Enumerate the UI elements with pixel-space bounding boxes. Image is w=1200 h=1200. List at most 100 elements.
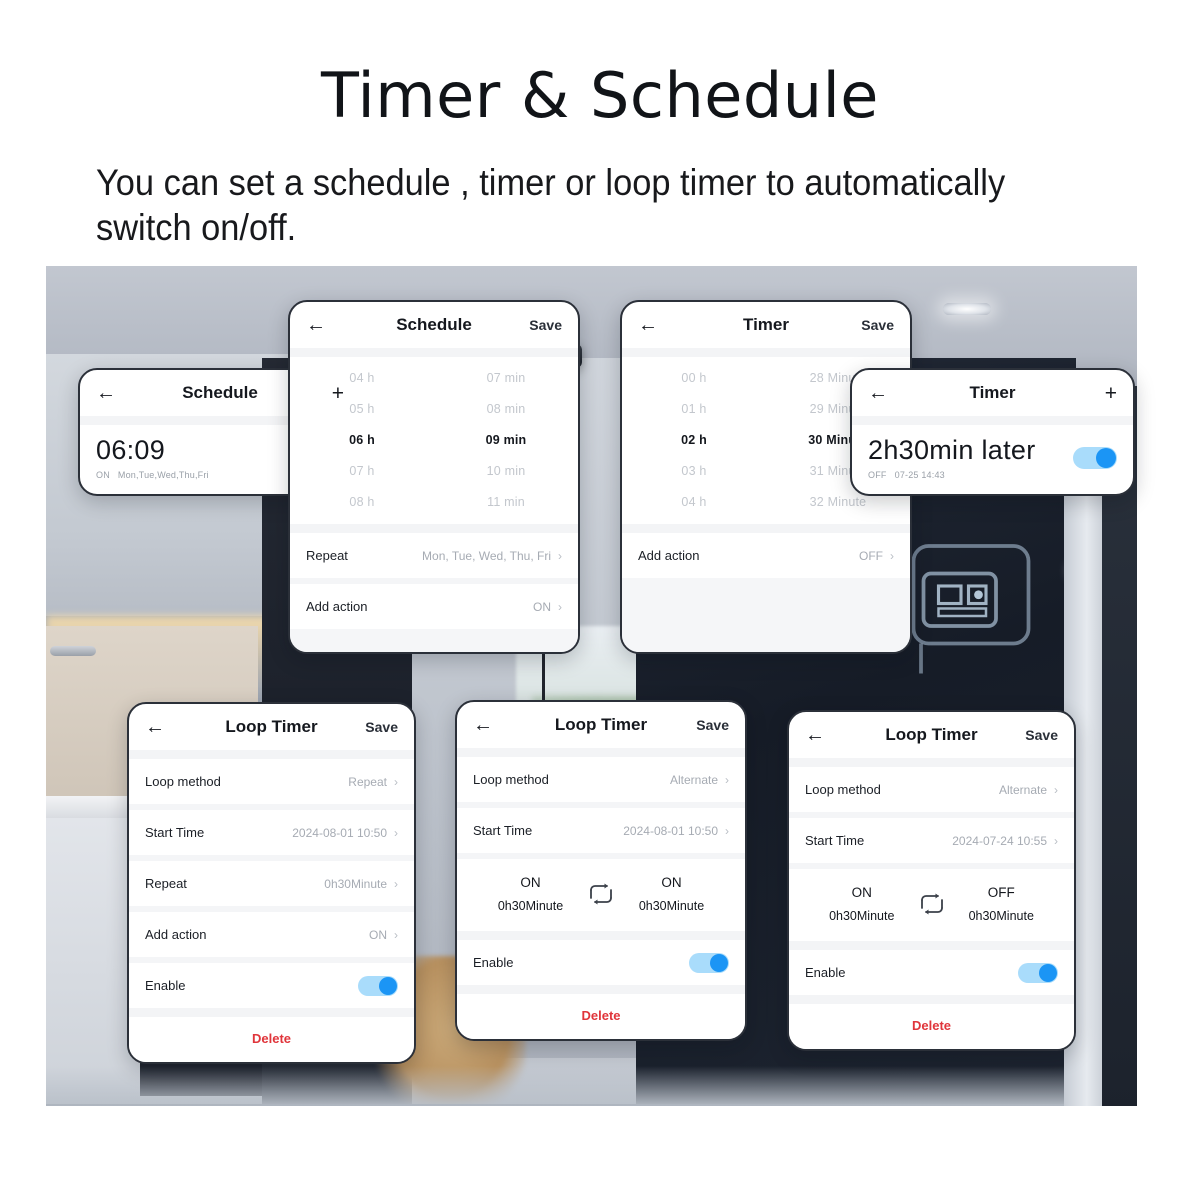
divider (789, 758, 1074, 767)
card-filler (622, 578, 910, 652)
save-button[interactable]: Save (861, 317, 894, 333)
page-title: Timer & Schedule (321, 59, 879, 132)
row-start-time[interactable]: Start Time 2024-07-24 10:55 › (789, 818, 1074, 863)
row-label: Enable (805, 965, 846, 980)
back-arrow-icon[interactable]: ← (96, 383, 122, 403)
hour-option[interactable]: 01 h (622, 394, 766, 425)
save-button[interactable]: Save (529, 317, 562, 333)
alternate-duration-block[interactable]: ON 0h30Minute ON 0h30Minute (457, 859, 745, 931)
enable-toggle-wrap (1018, 962, 1058, 983)
divider (457, 748, 745, 757)
row-add-action[interactable]: Add action ON › (129, 912, 414, 957)
chevron-right-icon: › (394, 876, 398, 891)
row-value: 0h30Minute (324, 876, 387, 891)
right-state: ON (661, 875, 682, 890)
divider (457, 931, 745, 940)
back-arrow-icon[interactable]: ← (638, 315, 664, 335)
save-button[interactable]: Save (365, 719, 398, 735)
row-value: OFF (859, 548, 883, 563)
minute-option[interactable]: 07 min (434, 363, 578, 394)
hour-option[interactable]: 07 h (290, 456, 434, 487)
chevron-right-icon: › (725, 772, 729, 787)
row-label: Repeat (145, 876, 187, 891)
divider (129, 1008, 414, 1017)
timer-datetime: 07-25 14:43 (894, 470, 945, 481)
alternate-left[interactable]: ON 0h30Minute (809, 885, 915, 923)
row-label: Start Time (805, 833, 865, 848)
save-button[interactable]: Save (696, 717, 729, 733)
row-repeat[interactable]: Repeat Mon, Tue, Wed, Thu, Fri › (290, 533, 578, 578)
page-subtitle: You can set a schedule , timer or loop t… (96, 162, 1006, 249)
back-arrow-icon[interactable]: ← (473, 715, 499, 735)
chevron-right-icon: › (890, 548, 894, 563)
hour-option[interactable]: 00 h (622, 363, 766, 394)
add-schedule-button[interactable]: + (332, 383, 344, 404)
enable-toggle[interactable] (689, 952, 729, 973)
timer-list-item[interactable]: 2h30min later OFF 07-25 14:43 (852, 425, 1133, 494)
chevron-right-icon: › (558, 548, 562, 563)
hour-option-selected[interactable]: 06 h (290, 425, 434, 456)
floor-gradient (46, 1066, 1137, 1106)
delete-button[interactable]: Delete (789, 1004, 1074, 1049)
row-value: 2024-08-01 10:50 (623, 823, 718, 838)
hour-wheel[interactable]: 04 h 05 h 06 h 07 h 08 h (290, 363, 434, 518)
loop-swap-icon (590, 883, 612, 905)
right-duration: 0h30Minute (638, 899, 705, 913)
row-value: Alternate (669, 772, 718, 787)
minute-option[interactable]: 11 min (434, 487, 578, 518)
alternate-left[interactable]: ON 0h30Minute (477, 875, 584, 913)
row-enable[interactable]: Enable (457, 940, 745, 985)
alternate-duration-block[interactable]: ON 0h30Minute OFF 0h30Minute (789, 869, 1074, 941)
toggle-knob (1096, 447, 1116, 468)
minute-option[interactable]: 10 min (434, 456, 578, 487)
card-header: ← Loop Timer Save (789, 712, 1074, 758)
card-timer-list: ← Timer + 2h30min later OFF 07-25 14:43 (850, 368, 1135, 497)
row-loop-method[interactable]: Loop method Repeat › (129, 759, 414, 804)
divider (789, 941, 1074, 950)
row-start-time[interactable]: Start Time 2024-08-01 10:50 › (457, 808, 745, 853)
save-button[interactable]: Save (1025, 727, 1058, 743)
hour-wheel[interactable]: 00 h 01 h 02 h 03 h 04 h (622, 363, 766, 518)
left-state: ON (520, 875, 541, 890)
back-arrow-icon[interactable]: ← (868, 383, 894, 403)
hour-option[interactable]: 04 h (290, 363, 434, 394)
minute-option[interactable]: 08 min (434, 394, 578, 425)
delete-button[interactable]: Delete (457, 994, 745, 1039)
row-add-action[interactable]: Add action ON › (290, 584, 578, 629)
minute-wheel[interactable]: 07 min 08 min 09 min 10 min 11 min (434, 363, 578, 518)
row-enable[interactable]: Enable (129, 963, 414, 1008)
hour-option[interactable]: 03 h (622, 456, 766, 487)
row-repeat[interactable]: Repeat 0h30Minute › (129, 861, 414, 906)
row-loop-method[interactable]: Loop method Alternate › (457, 757, 745, 802)
enable-toggle[interactable] (1018, 962, 1058, 983)
row-value: 2024-08-01 10:50 (292, 825, 387, 840)
row-loop-method[interactable]: Loop method Alternate › (789, 767, 1074, 812)
row-enable[interactable]: Enable (789, 950, 1074, 995)
card-loop-timer-repeat: ← Loop Timer Save Loop method Repeat › S… (127, 702, 416, 1064)
row-add-action[interactable]: Add action OFF › (622, 533, 910, 578)
left-state: ON (851, 885, 872, 900)
hour-option[interactable]: 08 h (290, 487, 434, 518)
row-label: Add action (145, 927, 207, 942)
toggle-knob (1039, 963, 1057, 982)
toggle-knob (710, 953, 728, 972)
row-start-time[interactable]: Start Time 2024-08-01 10:50 › (129, 810, 414, 855)
hour-option-selected[interactable]: 02 h (622, 425, 766, 456)
enable-toggle[interactable] (358, 975, 398, 996)
add-timer-button[interactable]: + (1105, 383, 1117, 404)
schedule-time: 06:09 (96, 435, 166, 465)
timer-enable-toggle[interactable] (1073, 446, 1117, 469)
alternate-right[interactable]: ON 0h30Minute (618, 875, 725, 913)
hour-option[interactable]: 04 h (622, 487, 766, 518)
floor (46, 1104, 1137, 1106)
timer-meta: OFF 07-25 14:43 (868, 470, 1073, 480)
hour-option[interactable]: 05 h (290, 394, 434, 425)
back-arrow-icon[interactable]: ← (805, 725, 831, 745)
alternate-right[interactable]: OFF 0h30Minute (949, 885, 1055, 923)
delete-button[interactable]: Delete (129, 1017, 414, 1062)
card-header: ← Loop Timer Save (457, 702, 745, 748)
back-arrow-icon[interactable]: ← (306, 315, 332, 335)
back-arrow-icon[interactable]: ← (145, 717, 171, 737)
minute-option-selected[interactable]: 09 min (434, 425, 578, 456)
right-duration: 0h30Minute (968, 909, 1034, 923)
